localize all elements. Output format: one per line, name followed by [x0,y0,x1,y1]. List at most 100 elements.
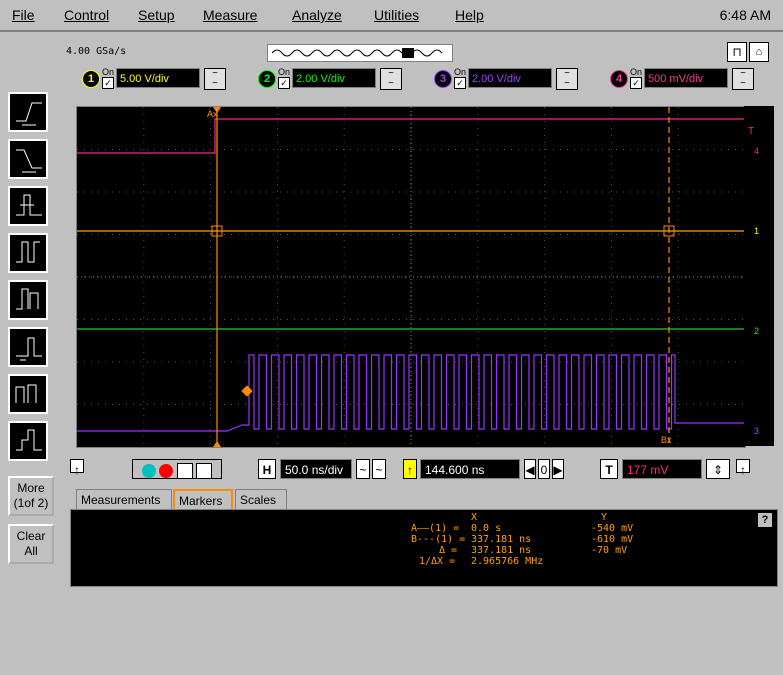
timebase-scale[interactable]: 50.0 ns/div [280,459,352,479]
trigger-level[interactable]: 177 mV [622,459,702,479]
overview-wave-icon [271,48,443,58]
pattern-icon [15,384,37,403]
scale-adjust-icon[interactable]: ~ [356,459,370,479]
marker-a-label-text: Ax [207,109,218,119]
menu-setup[interactable]: Setup [138,7,175,23]
marker-b-label-text: Bx [661,435,672,445]
trigger-panel: More (1of 2) Clear All [6,92,56,582]
trigger-label[interactable]: T [600,459,618,479]
marker-a-label: A——(1) = [411,523,460,534]
position-left-icon[interactable]: ◀ [524,459,536,479]
marker-a-x: 0.0 s [471,523,502,534]
setup-hold-icon [16,337,42,361]
channel-3-scale[interactable]: 2.00 V/div [468,68,552,88]
marker-b-x: 337.181 ns [471,534,532,545]
more-page-label: (1of 2) [13,496,49,510]
trigger-glitch-button[interactable] [8,186,48,226]
delta-label: Δ = [439,545,458,556]
image-icon[interactable] [176,462,193,479]
marker-b-y: -610 mV [591,534,634,545]
scale-fine-icon[interactable]: ~ [372,459,386,479]
color-tools [132,459,222,479]
ch3-ground-marker [241,385,253,397]
menu-analyze[interactable]: Analyze [292,7,342,23]
falling-edge-icon [16,149,42,173]
channel-3-badge[interactable]: 3 [434,70,452,88]
marker-readout: X Y A——(1) = 0.0 s -540 mV B---(1) = 337… [411,510,633,675]
position-zero-icon[interactable]: 0 [538,459,550,479]
trigger-falling-edge-button[interactable] [8,139,48,179]
channel-3-on-label: On [454,67,467,77]
channel-4-badge[interactable]: 4 [610,70,628,88]
position-right-icon[interactable]: ▶ [552,459,564,479]
channel-2-badge[interactable]: 2 [258,70,276,88]
channel-2-scale[interactable]: 2.00 V/div [292,68,376,88]
channel-1-checkbox[interactable]: ✓ [102,77,114,89]
trigger-marker-icon[interactable]: ↑ [70,459,84,477]
clock: 6:48 AM [719,7,771,23]
trigger-pattern-button[interactable] [8,374,48,414]
acquisition-strip: 4.00 GSa/s ⊓ ⌂ [62,42,777,62]
waveform-display[interactable]: Ax Bx [76,106,746,448]
mouse-icon[interactable]: ⌂ [749,42,769,62]
ch1-ref-tag: 1 [754,226,760,236]
run-stop-icon[interactable]: ⊓ [727,42,747,62]
horizontal-label[interactable]: H [258,459,276,479]
timebase-position[interactable]: 144.600 ns [420,459,520,479]
trigger-level-stepper-icon[interactable]: ⇕ [706,459,730,479]
menu-utilities[interactable]: Utilities [374,7,419,23]
more-button[interactable]: More (1of 2) [8,476,54,516]
menu-help[interactable]: Help [455,7,484,23]
channel-1-badge[interactable]: 1 [82,70,100,88]
channel-1-scale[interactable]: 5.00 V/div [116,68,200,88]
channel-3-checkbox[interactable]: ✓ [454,77,466,89]
delta-x: 337.181 ns [471,545,532,556]
waveform-overview[interactable] [267,44,453,62]
menu-bar: File Control Setup Measure Analyze Utili… [0,0,783,30]
menu-file[interactable]: File [12,7,35,23]
trigger-rising-edge-button[interactable] [8,92,48,132]
glitch-icon [16,194,42,216]
pulse-width-icon [16,241,40,263]
channel-2-wave-icon[interactable]: ~ ~ [380,68,402,90]
red-dot-icon[interactable] [159,463,174,478]
trigger-position-icon[interactable]: ↑ [403,459,417,479]
ch2-ref-tag: 2 [754,326,760,336]
channel-2-on-label: On [278,67,291,77]
marker-readout-panel: ? X Y A——(1) = 0.0 s -540 mV B---(1) = 3… [70,509,778,587]
trigger-arrow-icon[interactable]: ↑ [736,459,750,477]
trigger-setup-hold-button[interactable] [8,327,48,367]
print-icon[interactable] [196,462,213,479]
ch3-ref-tag: 3 [754,426,760,436]
readout-header-x: X [471,512,478,523]
channel-1-on-label: On [102,67,115,77]
channel-2-checkbox[interactable]: ✓ [278,77,290,89]
more-label: More [17,481,45,495]
trigger-state-button[interactable] [8,421,48,461]
tab-scales[interactable]: Scales [235,489,287,509]
menu-measure[interactable]: Measure [203,7,257,23]
inverse-delta-label: 1/ΔX = [419,556,456,567]
channel-4-checkbox[interactable]: ✓ [630,77,642,89]
graticule: Ax Bx [77,107,745,447]
marker-a-y: -540 mV [591,523,634,534]
all-label: All [24,544,38,558]
tab-markers[interactable]: Markers [173,489,233,509]
channel-3-wave-icon[interactable]: ~ ~ [556,68,578,90]
clear-all-button[interactable]: Clear All [8,524,54,564]
runt-icon [16,288,39,310]
help-button[interactable]: ? [757,512,773,528]
channel-4-wave-icon[interactable]: ~ ~ [732,68,754,90]
channel-4-scale[interactable]: 500 mV/div [644,68,728,88]
channel-1-wave-icon[interactable]: ~ ~ [204,68,226,90]
trigger-runt-button[interactable] [8,280,48,320]
rising-edge-icon [16,102,42,126]
cyan-dot-icon[interactable] [141,463,156,478]
channel-4-on-label: On [630,67,643,77]
marker-b-label: B---(1) = [411,534,466,545]
state-icon [16,429,42,451]
menu-control[interactable]: Control [64,7,109,23]
trigger-pulse-width-button[interactable] [8,233,48,273]
tab-measurements[interactable]: Measurements [76,489,172,509]
ch4-ref-tag: 4 [754,146,760,156]
